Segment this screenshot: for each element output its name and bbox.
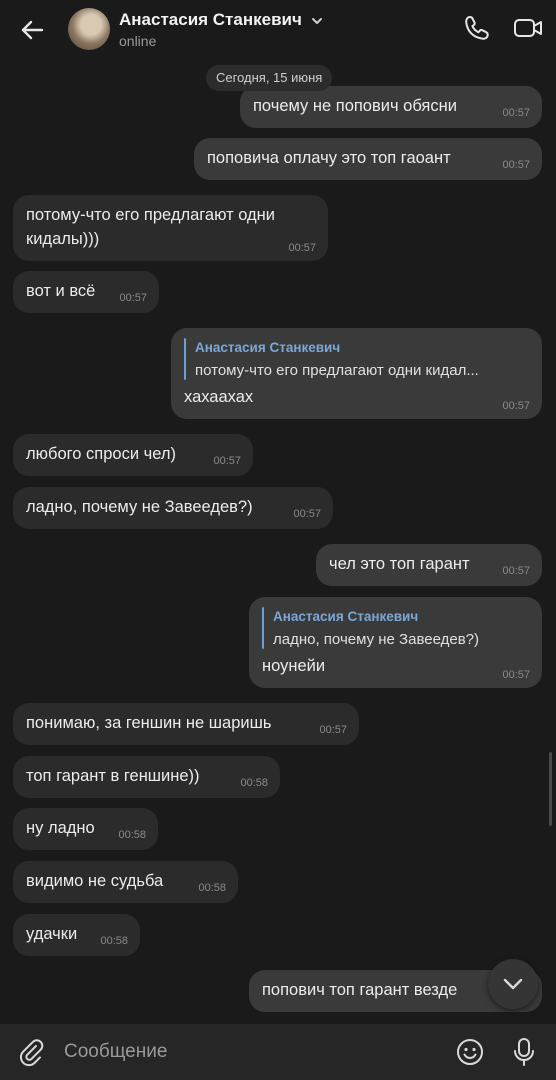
reply-accent-bar <box>262 607 264 649</box>
message-bubble-outgoing-reply[interactable]: Анастасия Станкевич потому-что его предл… <box>171 328 542 419</box>
emoji-icon[interactable] <box>455 1037 485 1067</box>
message-text: понимаю, за геншин не шаришь <box>26 714 272 732</box>
message-bubble-incoming[interactable]: удачки 00:58 <box>13 914 140 956</box>
message-bubble-incoming[interactable]: вот и всё 00:57 <box>13 271 159 313</box>
message-text: удачки <box>26 925 78 943</box>
message-bubble-incoming[interactable]: ладно, почему не Завеедев?) 00:57 <box>13 487 333 529</box>
message-time: 00:58 <box>100 935 128 947</box>
message-composer: Сообщение <box>0 1024 556 1080</box>
message-time: 00:57 <box>319 724 347 736</box>
message-text: ну ладно <box>26 819 95 837</box>
message-time: 00:58 <box>198 882 226 894</box>
video-camera-icon[interactable] <box>512 13 544 43</box>
avatar[interactable] <box>68 8 110 50</box>
message-time: 00:58 <box>240 777 268 789</box>
message-time: 00:57 <box>502 565 530 577</box>
message-text: вот и всё <box>26 282 96 300</box>
scrollbar[interactable] <box>549 752 552 826</box>
message-time: 00:57 <box>119 292 147 304</box>
message-bubble-incoming[interactable]: видимо не судьба 00:58 <box>13 861 238 903</box>
message-time: 00:57 <box>502 400 530 412</box>
chevron-down-icon <box>311 17 322 24</box>
message-text: почему не попович обясни <box>253 97 457 115</box>
chat-header: Анастасия Станкевич online <box>0 0 556 60</box>
message-bubble-outgoing-reply[interactable]: Анастасия Станкевич ладно, почему не Зав… <box>249 597 542 688</box>
message-text: любого спроси чел) <box>26 445 176 463</box>
contact-name-text: Анастасия Станкевич <box>119 10 302 29</box>
message-text: чел это топ гарант <box>329 555 470 573</box>
contact-name[interactable]: Анастасия Станкевич <box>119 10 323 30</box>
attach-icon[interactable] <box>16 1037 46 1067</box>
message-text: хахаахах <box>184 388 254 406</box>
message-bubble-incoming[interactable]: потому-что его предлагают одни кидалы)))… <box>13 195 328 261</box>
message-time: 00:58 <box>118 829 146 841</box>
reply-author[interactable]: Анастасия Станкевич <box>273 609 418 624</box>
message-text-line: потому-что его предлагают одни <box>26 206 276 224</box>
message-bubble-incoming[interactable]: понимаю, за геншин не шаришь 00:57 <box>13 703 359 745</box>
phone-icon[interactable] <box>462 13 492 43</box>
message-time: 00:57 <box>288 242 316 254</box>
reply-author[interactable]: Анастасия Станкевич <box>195 340 340 355</box>
reply-quote-text[interactable]: ладно, почему не Завеедев?) <box>273 631 479 648</box>
message-text: поповича оплачу это топ гаоант <box>207 149 451 167</box>
message-text: ноунейи <box>262 657 326 675</box>
message-bubble-outgoing[interactable]: чел это топ гарант 00:57 <box>316 544 542 586</box>
chevron-down-icon <box>503 978 523 990</box>
message-text: ладно, почему не Завеедев?) <box>26 498 253 516</box>
message-text: попович топ гарант везде <box>262 981 458 999</box>
scroll-to-bottom-button[interactable] <box>488 959 538 1009</box>
message-bubble-incoming[interactable]: ну ладно 00:58 <box>13 808 158 850</box>
message-bubble-incoming[interactable]: топ гарант в геншине)) 00:58 <box>13 756 280 798</box>
message-time: 00:57 <box>502 107 530 119</box>
message-text-line: кидалы))) <box>26 230 100 248</box>
reply-accent-bar <box>184 338 186 380</box>
back-arrow-icon[interactable] <box>16 14 48 46</box>
microphone-icon[interactable] <box>509 1036 539 1068</box>
contact-status: online <box>119 33 157 49</box>
date-separator: Сегодня, 15 июня <box>206 65 333 91</box>
message-text: топ гарант в геншине)) <box>26 767 200 785</box>
message-bubble-outgoing[interactable]: почему не попович обясни 00:57 <box>240 86 542 128</box>
message-time: 00:57 <box>293 508 321 520</box>
message-time: 00:57 <box>502 669 530 681</box>
message-time: 00:57 <box>502 159 530 171</box>
message-time: 00:57 <box>213 455 241 467</box>
message-bubble-outgoing[interactable]: поповича оплачу это топ гаоант 00:57 <box>194 138 542 180</box>
message-text: видимо не судьба <box>26 872 164 890</box>
message-bubble-incoming[interactable]: любого спроси чел) 00:57 <box>13 434 253 476</box>
message-input[interactable]: Сообщение <box>64 1041 167 1063</box>
reply-quote-text[interactable]: потому-что его предлагают одни кидал... <box>195 362 479 379</box>
